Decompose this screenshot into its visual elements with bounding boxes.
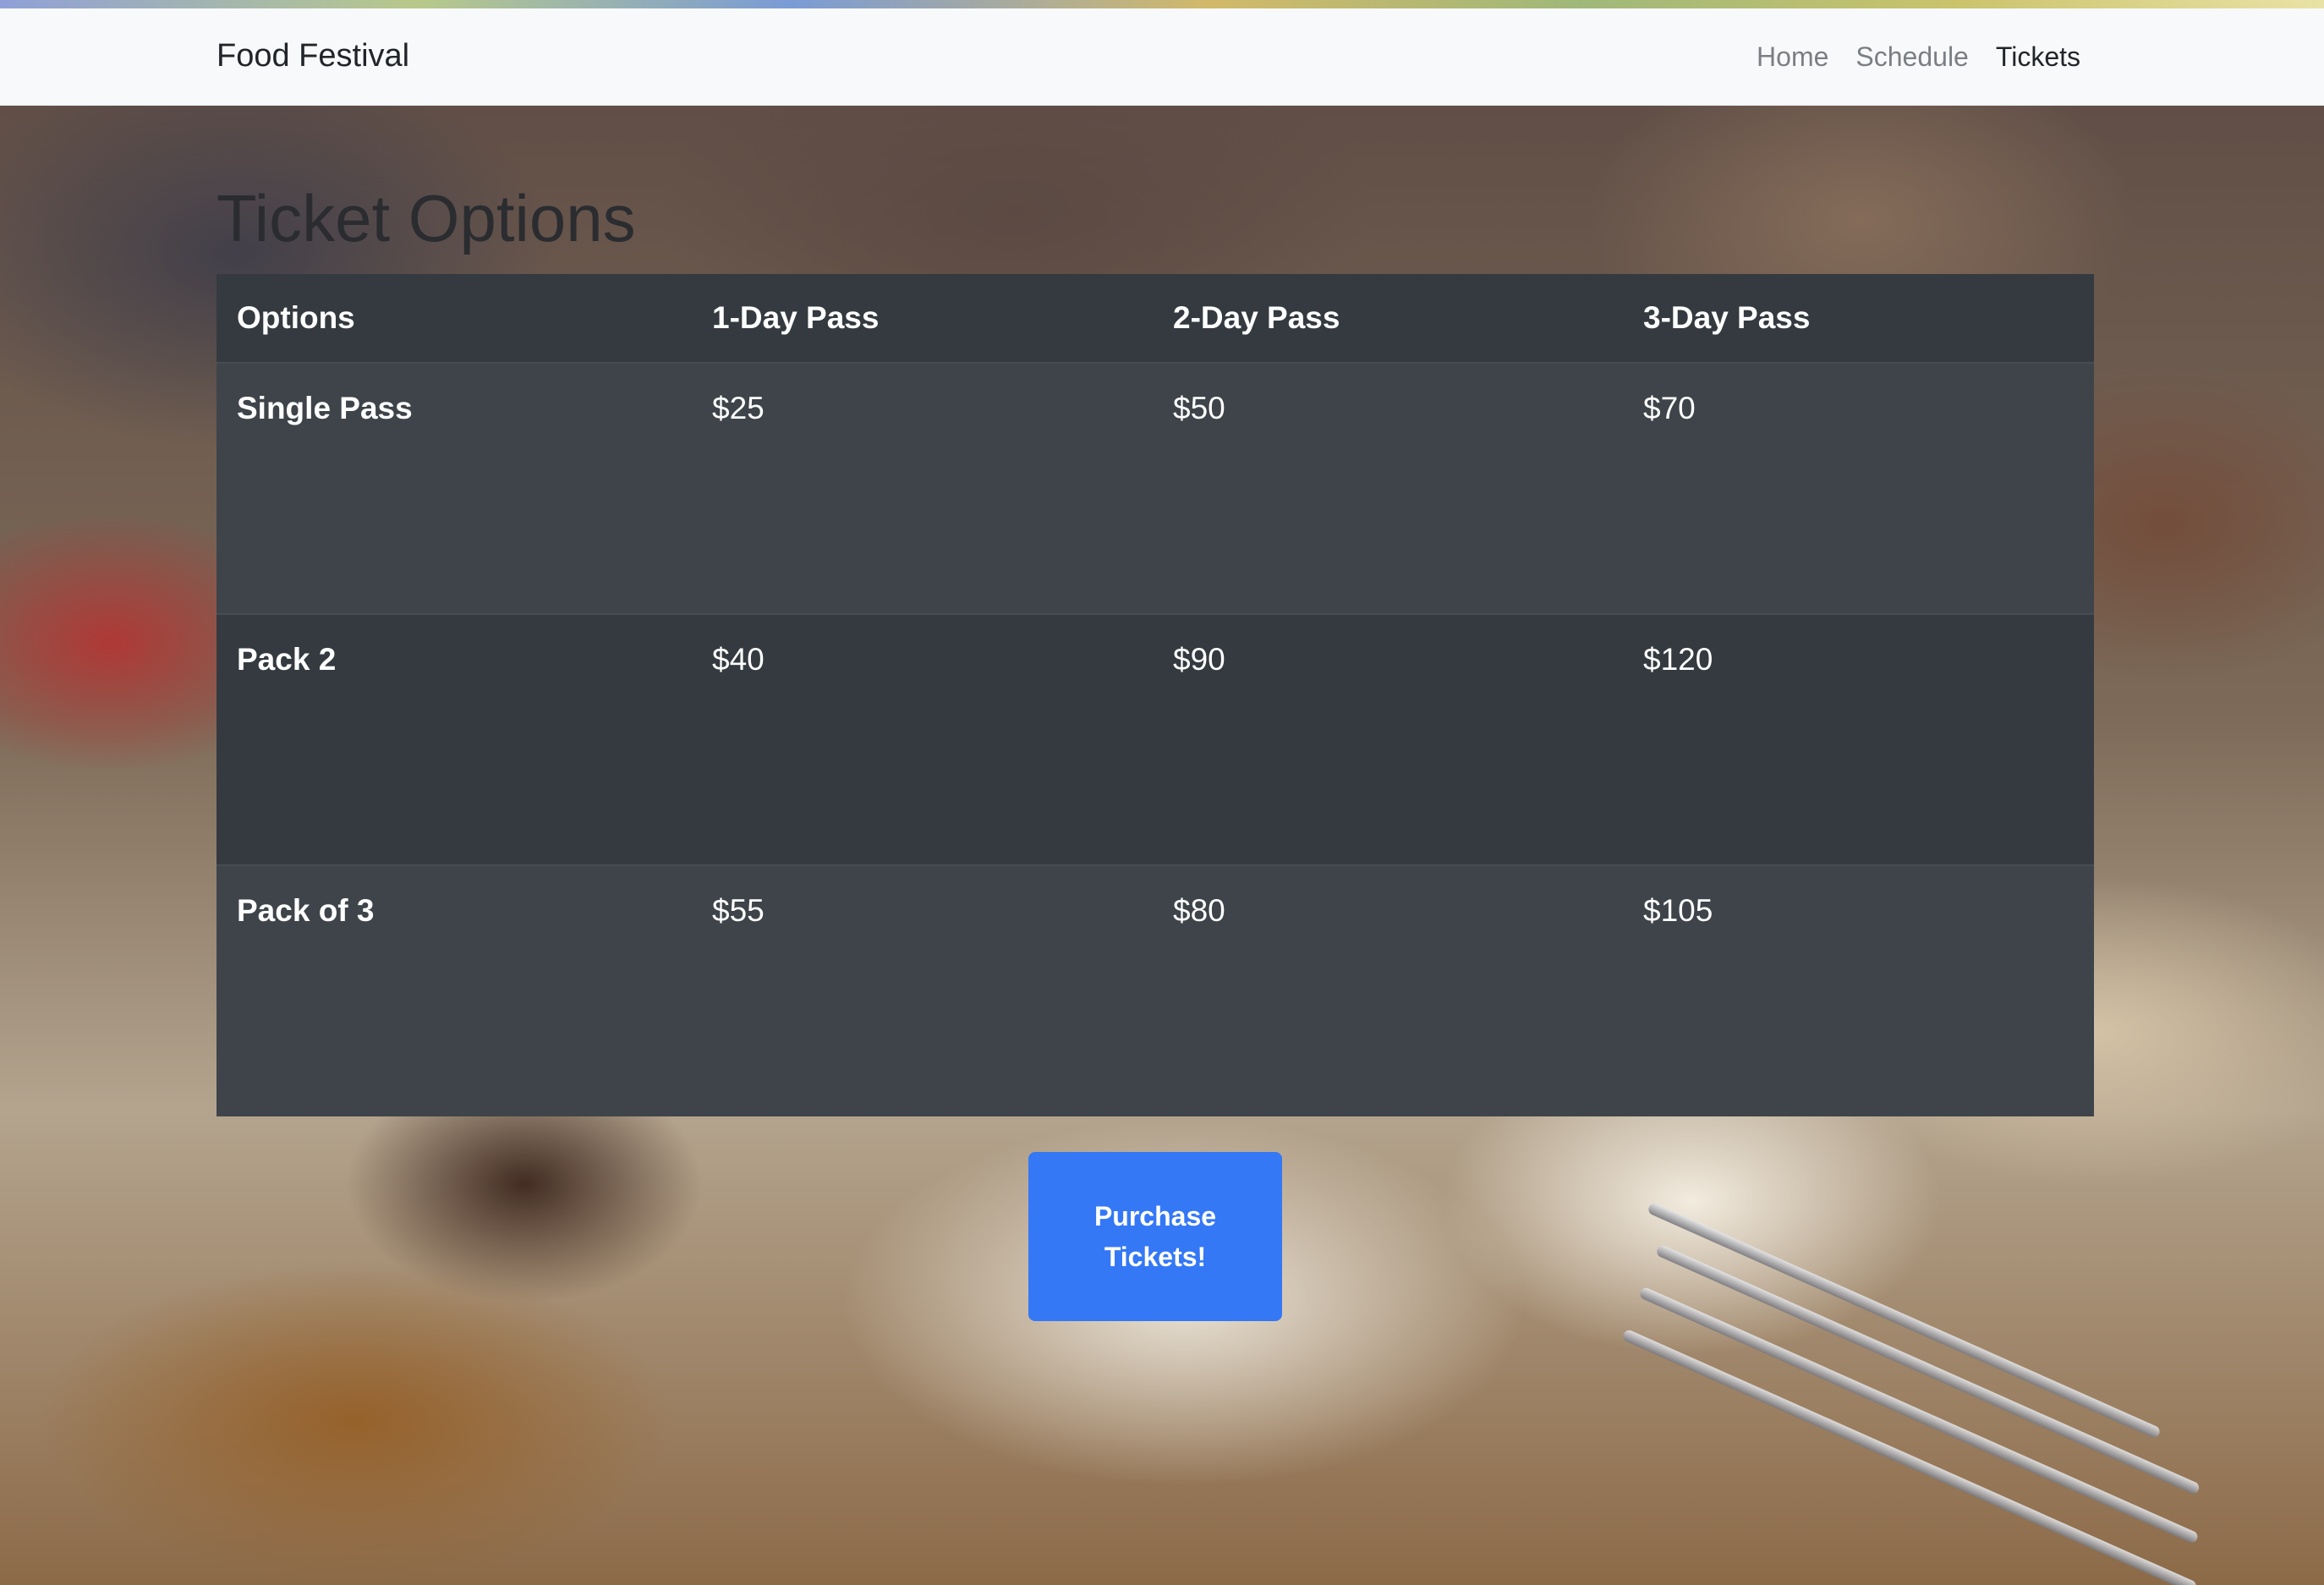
nav-link-schedule[interactable]: Schedule (1855, 41, 1968, 73)
table-header-row: Options 1-Day Pass 2-Day Pass 3-Day Pass (217, 274, 2094, 364)
table-cell-price: $55 (692, 864, 1153, 1116)
table-cell-price: $25 (692, 362, 1153, 614)
table-header-cell: 1-Day Pass (692, 274, 1153, 364)
table-cell-price: $50 (1153, 362, 1623, 614)
table-row-label: Pack 2 (217, 613, 692, 865)
purchase-tickets-button[interactable]: Purchase Tickets! (1028, 1152, 1282, 1321)
ticket-table-container: Options 1-Day Pass 2-Day Pass 3-Day Pass… (217, 274, 2094, 1116)
table-row-label: Pack of 3 (217, 864, 692, 1116)
brand-logo[interactable]: Food Festival (217, 37, 409, 76)
page-title: Ticket Options (217, 181, 636, 255)
table-cell-price: $120 (1623, 613, 2094, 865)
nav-links: Home Schedule Tickets (1757, 41, 2080, 73)
table-row-label: Single Pass (217, 362, 692, 614)
top-banner-strip (0, 0, 2324, 8)
table-header-cell: 3-Day Pass (1623, 274, 2094, 364)
table-cell-price: $90 (1153, 613, 1623, 865)
table-header-cell: 2-Day Pass (1153, 274, 1623, 364)
table-cell-price: $105 (1623, 864, 2094, 1116)
ticket-options-table: Options 1-Day Pass 2-Day Pass 3-Day Pass… (217, 274, 2094, 1116)
navbar: Food Festival Home Schedule Tickets (0, 8, 2324, 106)
table-row: Single Pass $25 $50 $70 (217, 362, 2094, 614)
table-cell-price: $40 (692, 613, 1153, 865)
table-cell-price: $80 (1153, 864, 1623, 1116)
table-header-cell: Options (217, 274, 692, 364)
table-row: Pack of 3 $55 $80 $105 (217, 864, 2094, 1116)
table-row: Pack 2 $40 $90 $120 (217, 613, 2094, 865)
table-cell-price: $70 (1623, 362, 2094, 614)
nav-link-home[interactable]: Home (1757, 41, 1828, 73)
nav-link-tickets[interactable]: Tickets (1996, 41, 2080, 73)
fork-tine (1655, 1243, 2201, 1496)
